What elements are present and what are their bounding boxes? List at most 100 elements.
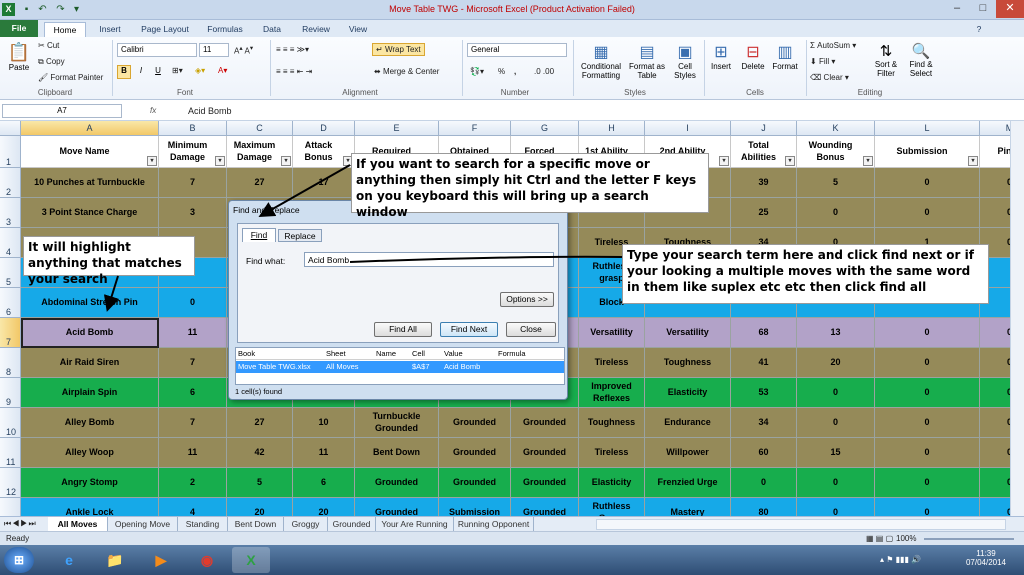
table-cell[interactable]: 0 [159, 288, 227, 318]
start-button-icon[interactable]: ⊞ [4, 547, 34, 573]
find-all-button[interactable]: Find All [374, 322, 432, 337]
table-cell[interactable]: Grounded [511, 408, 579, 438]
align-left-icon[interactable]: ≡ ≡ ≡ ⇤ ⇥ [276, 67, 312, 76]
close-icon[interactable]: ✕ [996, 0, 1024, 18]
table-cell[interactable]: 34 [731, 408, 797, 438]
tab-file[interactable]: File [0, 20, 38, 37]
table-cell[interactable]: 60 [731, 438, 797, 468]
table-cell[interactable]: 27 [227, 168, 293, 198]
table-cell[interactable]: 7 [159, 408, 227, 438]
tab-insert[interactable]: Insert [90, 22, 130, 37]
column-header-f[interactable]: F [439, 121, 511, 136]
table-cell[interactable]: 42 [227, 438, 293, 468]
row-header[interactable]: 3 [0, 198, 21, 228]
table-cell[interactable]: 20 [293, 498, 355, 516]
font-color-icon[interactable]: A▾ [218, 66, 227, 75]
table-cell[interactable]: Grounded [511, 438, 579, 468]
column-header-j[interactable]: J [731, 121, 797, 136]
table-cell[interactable]: 0 [980, 198, 1010, 228]
restore-icon[interactable]: □ [970, 0, 996, 18]
formula-input[interactable]: Acid Bomb [188, 106, 232, 116]
select-all-corner[interactable] [0, 121, 21, 136]
tab-review[interactable]: Review [294, 22, 338, 37]
column-header-m[interactable]: M [980, 121, 1010, 136]
table-cell[interactable]: Ruthless Grasp [579, 498, 645, 516]
table-cell[interactable]: 3 Point Stance Charge [21, 198, 159, 228]
table-cell[interactable]: Toughness [579, 408, 645, 438]
sheet-tab[interactable]: Standing [178, 517, 228, 531]
table-cell[interactable]: 7 [159, 168, 227, 198]
options-button[interactable]: Options >> [500, 292, 554, 307]
table-cell[interactable]: Grounded [511, 468, 579, 498]
table-cell[interactable]: 25 [731, 198, 797, 228]
table-cell[interactable]: Frenzied Urge [645, 468, 731, 498]
file-explorer-icon[interactable]: 📁 [96, 547, 134, 573]
table-cell[interactable]: 2 [159, 468, 227, 498]
table-cell[interactable]: Bent Down [355, 438, 439, 468]
header-cell[interactable]: Submission ▾ [875, 136, 980, 168]
autosum-button[interactable]: Σ AutoSum ▾ [810, 41, 856, 50]
table-cell[interactable]: 68 [731, 318, 797, 348]
format-cells-button[interactable]: ▥ Format [770, 41, 800, 81]
currency-icon[interactable]: 💱▾ [470, 67, 484, 76]
table-cell[interactable]: 10 [293, 408, 355, 438]
header-cell[interactable]: Total Abilities ▾ [731, 136, 797, 168]
comma-button[interactable]: , [514, 67, 516, 76]
tab-replace[interactable]: Replace [278, 229, 322, 242]
horizontal-scrollbar[interactable] [596, 519, 1006, 530]
table-cell[interactable]: Grounded [439, 408, 511, 438]
header-cell[interactable]: Minimum Damage ▾ [159, 136, 227, 168]
table-cell[interactable]: 0 [980, 438, 1010, 468]
filter-dropdown-icon[interactable]: ▾ [147, 156, 157, 166]
table-cell[interactable]: Grounded [355, 498, 439, 516]
find-next-button[interactable]: Find Next [440, 322, 498, 337]
zoom-slider[interactable] [924, 538, 1014, 540]
vertical-scrollbar[interactable] [1010, 121, 1024, 516]
table-cell[interactable]: 41 [731, 348, 797, 378]
table-cell[interactable]: 0 [797, 498, 875, 516]
font-name-select[interactable]: Calibri [117, 43, 197, 57]
number-format-select[interactable]: General [467, 43, 567, 57]
table-cell[interactable]: Toughness [645, 348, 731, 378]
align-top-icon[interactable]: ≡ ≡ ≡ ≫▾ [276, 45, 309, 54]
table-cell[interactable]: 20 [227, 498, 293, 516]
sort-filter-button[interactable]: ⇅ Sort & Filter [868, 41, 904, 87]
row-header[interactable]: 7 [0, 318, 21, 348]
filter-dropdown-icon[interactable]: ▾ [968, 156, 978, 166]
fx-icon[interactable]: fx [150, 106, 156, 115]
table-cell[interactable]: Ankle Lock [21, 498, 159, 516]
chrome-icon[interactable]: ◉ [188, 547, 226, 573]
cut-button[interactable]: ✂ Cut [38, 41, 59, 50]
row-header[interactable]: 11 [0, 438, 21, 468]
column-header-a[interactable]: A [21, 121, 159, 136]
table-cell[interactable]: Alley Woop [21, 438, 159, 468]
table-cell[interactable]: 0 [875, 438, 980, 468]
tray-icons[interactable]: ▴ ⚑ ▮▮▮ 🔊 [880, 555, 921, 564]
table-cell[interactable]: 5 [227, 468, 293, 498]
sheet-tab[interactable]: Your Are Running [376, 517, 454, 531]
table-cell[interactable]: Submission [439, 498, 511, 516]
table-cell[interactable]: 20 [797, 348, 875, 378]
italic-button[interactable]: I [134, 65, 148, 79]
conditional-formatting-button[interactable]: ▦ Conditional Formatting [576, 41, 626, 87]
column-header-g[interactable]: G [511, 121, 579, 136]
save-icon[interactable]: ▪ [20, 3, 33, 16]
table-cell[interactable]: 10 Punches at Turnbuckle [21, 168, 159, 198]
table-cell[interactable]: 17 [293, 168, 355, 198]
table-cell[interactable]: Elasticity [579, 468, 645, 498]
result-row[interactable]: Move Table TWG.xlsx All Moves $A$7 Acid Bom… [236, 361, 564, 373]
table-cell[interactable]: Elasticity [645, 378, 731, 408]
find-select-button[interactable]: 🔍 Find & Select [904, 41, 938, 87]
clock[interactable]: 11:39 07/04/2014 [964, 549, 1008, 567]
filter-dropdown-icon[interactable]: ▾ [215, 156, 225, 166]
table-cell[interactable]: Grounded [439, 438, 511, 468]
customize-quick-access-icon[interactable]: ▾ [70, 3, 83, 16]
table-cell[interactable]: Tireless [579, 348, 645, 378]
column-header-b[interactable]: B [159, 121, 227, 136]
borders-icon[interactable]: ⊞▾ [172, 66, 183, 75]
decimal-button[interactable]: .0 .00 [534, 67, 554, 76]
table-cell[interactable]: 0 [980, 468, 1010, 498]
table-cell[interactable]: 0 [875, 498, 980, 516]
table-cell[interactable]: 5 [797, 168, 875, 198]
table-cell[interactable]: 13 [797, 318, 875, 348]
